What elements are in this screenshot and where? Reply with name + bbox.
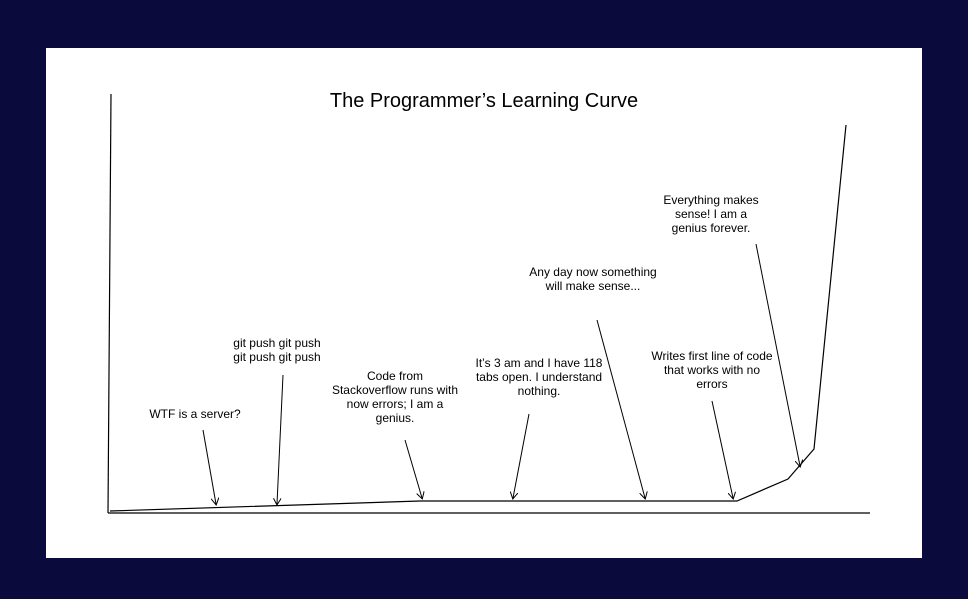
learning-curve-line: [109, 124, 847, 512]
page-background: The Programmer’s Learning Curve WTF is a…: [0, 0, 968, 599]
arrow-stackoverflow: [404, 439, 422, 498]
arrow-first-line: [711, 400, 733, 498]
arrow-server: [202, 429, 216, 504]
y-axis: [107, 93, 112, 514]
arrow-git-push: [277, 374, 284, 504]
arrow-genius-forever: [755, 243, 800, 466]
learning-curve-drawing: [107, 93, 870, 514]
arrow-3am: [513, 413, 530, 498]
arrow-any-day: [596, 319, 645, 498]
